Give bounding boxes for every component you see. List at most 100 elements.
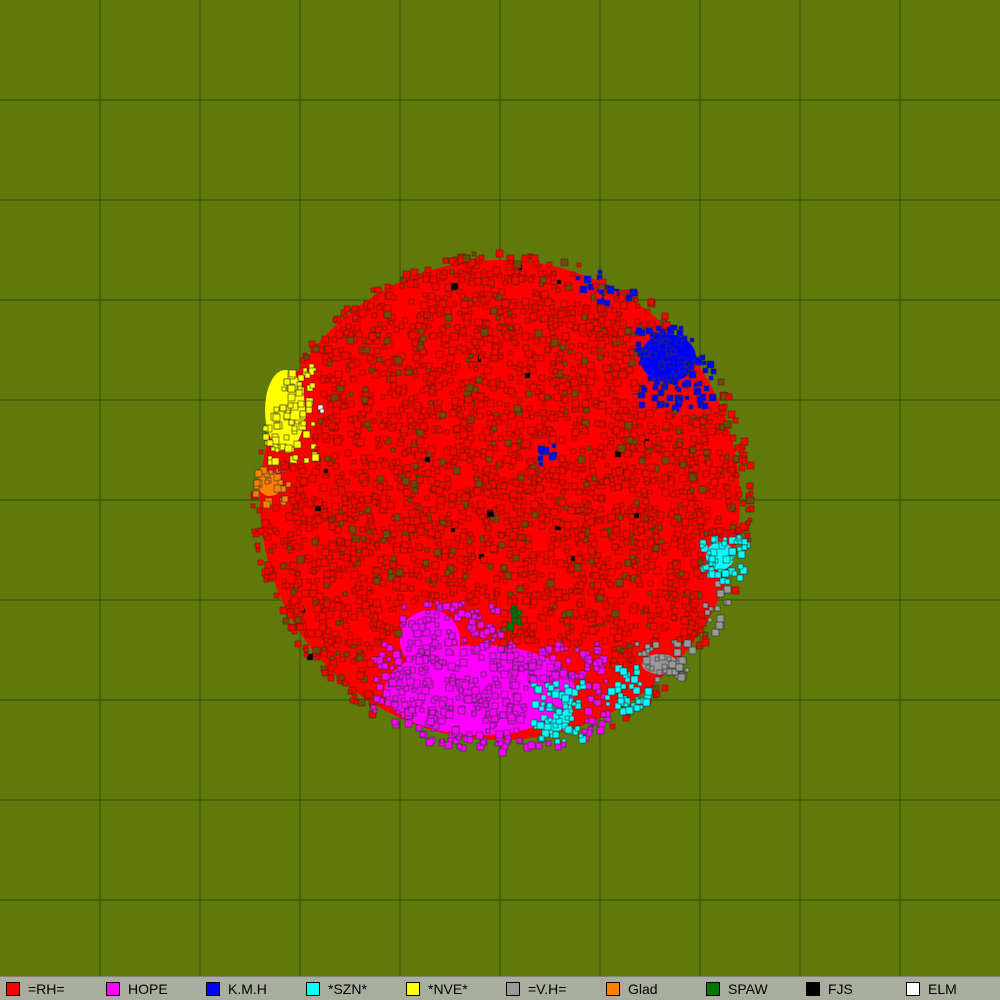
territory-cell	[631, 602, 638, 609]
territory-cell	[407, 402, 413, 408]
territory-cell	[386, 644, 394, 652]
legend-swatch	[606, 982, 620, 996]
territory-cell	[560, 339, 567, 346]
territory-cell	[678, 656, 687, 665]
territory-cell	[426, 717, 435, 726]
territory-cell	[410, 480, 418, 488]
territory-cell	[487, 414, 495, 422]
territory-cell	[565, 415, 571, 421]
territory-cell	[652, 384, 659, 391]
territory-cell	[358, 510, 364, 516]
legend-swatch	[406, 982, 420, 996]
territory-cell	[552, 518, 561, 527]
territory-cell	[655, 445, 662, 452]
territory-cell	[452, 466, 461, 475]
territory-cell	[397, 524, 404, 531]
territory-cell	[523, 685, 529, 691]
territory-cell	[716, 589, 725, 598]
territory-cell	[563, 521, 572, 530]
territory-cell	[322, 473, 328, 479]
territory-cell	[345, 367, 351, 373]
territory-cell	[355, 427, 362, 434]
territory-cell	[572, 421, 578, 427]
territory-cell	[480, 357, 489, 366]
territory-cell	[314, 498, 323, 507]
territory-cell	[568, 588, 574, 594]
territory-cell	[306, 578, 312, 584]
territory-cell	[294, 419, 300, 425]
territory-cell	[726, 503, 732, 509]
territory-cell	[441, 334, 450, 343]
legend-swatch	[706, 982, 720, 996]
territory-cell	[698, 524, 704, 530]
territory-cell	[422, 506, 430, 514]
territory-cell	[397, 594, 404, 601]
territory-cell	[520, 616, 528, 624]
territory-cell	[321, 335, 330, 344]
territory-cell	[334, 370, 343, 379]
territory-cell	[570, 448, 577, 455]
territory-cell	[267, 455, 273, 461]
territory-cell	[723, 585, 732, 594]
territory-cell	[580, 376, 587, 383]
territory-cell	[564, 381, 571, 388]
territory-cell	[551, 451, 558, 458]
territory-cell	[659, 363, 666, 370]
territory-cell	[364, 506, 372, 514]
territory-cell	[702, 602, 709, 609]
territory-cell	[705, 506, 711, 512]
territory-cell	[534, 388, 541, 395]
territory-cell	[478, 254, 485, 261]
territory-cell	[347, 631, 353, 637]
territory-cell	[688, 467, 694, 473]
territory-cell	[567, 506, 576, 515]
territory-cell	[682, 489, 688, 495]
territory-cell	[466, 415, 472, 421]
territory-cell	[274, 530, 280, 536]
territory-cell	[498, 381, 506, 389]
territory-cell	[667, 479, 675, 487]
territory-cell	[637, 411, 646, 420]
territory-cell	[501, 325, 508, 332]
territory-cell	[495, 730, 504, 739]
territory-cell	[651, 508, 657, 514]
territory-cell	[490, 385, 497, 392]
territory-cell	[421, 362, 427, 368]
territory-cell	[393, 599, 401, 607]
territory-cell	[516, 498, 523, 505]
territory-cell	[637, 423, 643, 429]
territory-cell	[553, 540, 561, 548]
territory-cell	[461, 493, 470, 502]
territory-cell	[346, 639, 353, 646]
territory-cell	[459, 430, 468, 439]
territory-cell	[684, 361, 690, 367]
territory-cell	[534, 329, 543, 338]
territory-cell	[508, 375, 514, 381]
territory-cell	[696, 511, 703, 518]
territory-cell	[429, 275, 438, 284]
territory-cell	[597, 269, 603, 275]
territory-cell	[485, 524, 492, 531]
territory-cell	[408, 298, 415, 305]
territory-cell	[661, 355, 669, 363]
territory-cell	[686, 493, 694, 501]
territory-cell	[607, 581, 614, 588]
territory-cell	[486, 420, 493, 427]
territory-cell	[415, 322, 423, 330]
territory-cell	[305, 524, 313, 532]
territory-cell	[719, 455, 726, 462]
territory-cell	[560, 258, 569, 267]
territory-cell	[384, 624, 391, 631]
territory-cell	[513, 323, 521, 331]
territory-cell	[302, 430, 311, 439]
territory-cell	[497, 645, 505, 653]
territory-cell	[342, 591, 348, 597]
territory-cell	[666, 394, 674, 402]
territory-cell	[366, 577, 373, 584]
territory-cell	[617, 692, 624, 699]
territory-cell	[704, 609, 711, 616]
territory-cell	[688, 542, 696, 550]
territory-cell	[655, 436, 662, 443]
territory-cell	[600, 711, 607, 718]
territory-cell	[577, 342, 583, 348]
